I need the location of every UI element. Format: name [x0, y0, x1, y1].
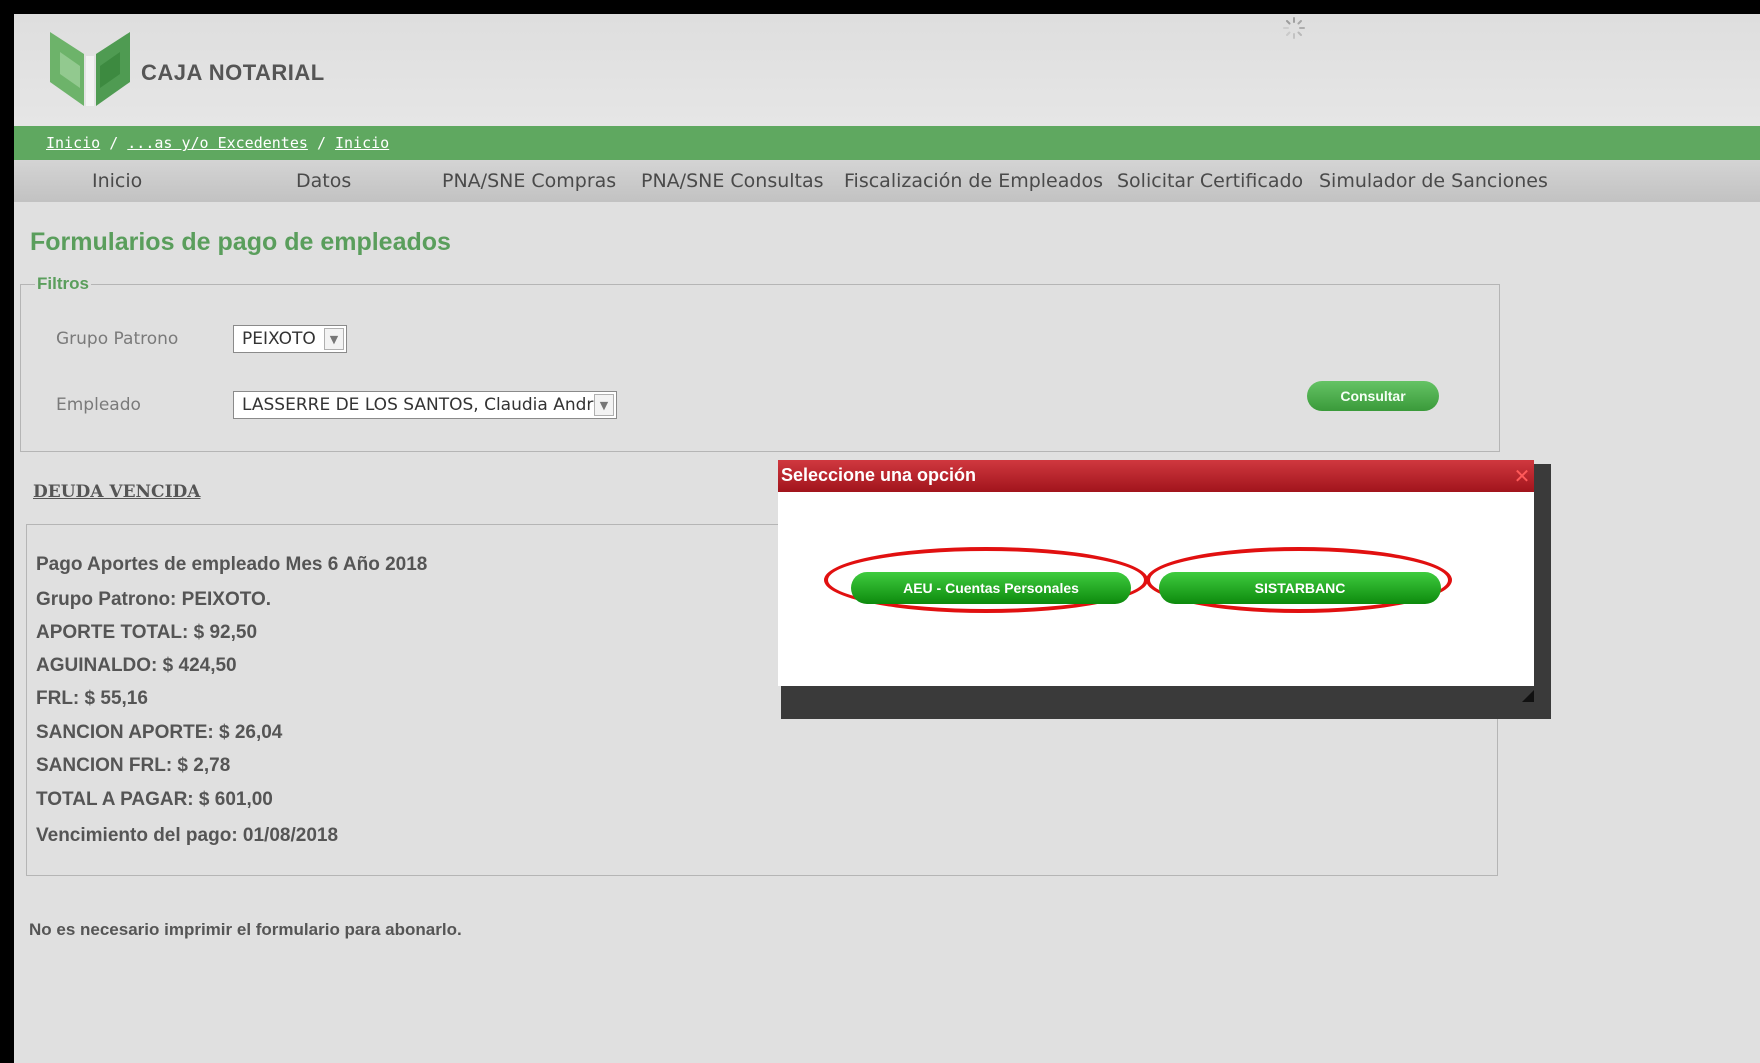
chevron-down-icon: ▼ [594, 394, 614, 416]
grupo-patrono-select[interactable]: PEIXOTO ▼ [233, 325, 347, 353]
empleado-label: Empleado [56, 395, 141, 415]
menu-item-pna-compras[interactable]: PNA/SNE Compras [442, 170, 616, 192]
resize-grip-icon[interactable] [1522, 690, 1534, 702]
menu-item-datos[interactable]: Datos [296, 170, 351, 192]
footer-note: No es necesario imprimir el formulario p… [29, 920, 462, 939]
page-title: Formularios de pago de empleados [30, 228, 451, 256]
filters-fieldset: Filtros Grupo Patrono PEIXOTO ▼ Empleado… [20, 274, 1500, 452]
breadcrumb: Inicio / ...as y/o Excedentes / Inicio [14, 126, 1760, 160]
header: CAJA NOTARIAL [14, 14, 1760, 126]
menu-item-fiscalizacion[interactable]: Fiscalización de Empleados [844, 170, 1103, 192]
breadcrumb-separator: / [109, 134, 119, 152]
dialog-title: Seleccione una opción [781, 465, 977, 485]
brand-name: CAJA NOTARIAL [141, 60, 325, 85]
close-icon[interactable]: ✕ [1512, 466, 1532, 486]
deuda-vencida-title: DEUDA VENCIDA [33, 482, 201, 502]
grupo-patrono-label: Grupo Patrono [56, 329, 179, 349]
deuda-line: SANCION APORTE: $ 26,04 [36, 722, 283, 743]
deuda-line: APORTE TOTAL: $ 92,50 [36, 622, 258, 643]
loading-spinner-icon [1283, 17, 1305, 39]
menu-item-simulador[interactable]: Simulador de Sanciones [1319, 170, 1548, 192]
consultar-button[interactable]: Consultar [1307, 381, 1439, 411]
empleado-value: LASSERRE DE LOS SANTOS, Claudia Andrea [242, 395, 614, 415]
deuda-line: Vencimiento del pago: 01/08/2018 [36, 825, 339, 846]
empleado-select[interactable]: LASSERRE DE LOS SANTOS, Claudia Andrea ▼ [233, 391, 617, 419]
deuda-line: Pago Aportes de empleado Mes 6 Año 2018 [36, 554, 428, 575]
deuda-line: TOTAL A PAGAR: $ 601,00 [36, 789, 273, 810]
deuda-line: FRL: $ 55,16 [36, 688, 148, 709]
caja-notarial-logo [50, 32, 130, 106]
deuda-line: AGUINALDO: $ 424,50 [36, 655, 237, 676]
breadcrumb-separator: / [316, 134, 326, 152]
aeu-cuentas-personales-button[interactable]: AEU - Cuentas Personales [851, 572, 1131, 604]
menu-item-pna-consultas[interactable]: PNA/SNE Consultas [641, 170, 824, 192]
payment-option-dialog: Seleccione una opción ✕ AEU - Cuentas Pe… [778, 460, 1534, 686]
dialog-titlebar[interactable]: Seleccione una opción ✕ [778, 460, 1534, 492]
chevron-down-icon: ▼ [324, 328, 344, 350]
menu-item-certificado[interactable]: Solicitar Certificado [1117, 170, 1303, 192]
filters-legend: Filtros [35, 274, 91, 294]
breadcrumb-link-inicio[interactable]: Inicio [46, 134, 100, 152]
sistarbanc-button[interactable]: SISTARBANC [1159, 572, 1441, 604]
deuda-line: Grupo Patrono: PEIXOTO. [36, 589, 272, 610]
deuda-line: SANCION FRL: $ 2,78 [36, 755, 231, 776]
menu-item-inicio[interactable]: Inicio [92, 170, 142, 192]
breadcrumb-link-excedentes[interactable]: ...as y/o Excedentes [127, 134, 308, 152]
main-menu: Inicio Datos PNA/SNE Compras PNA/SNE Con… [14, 160, 1760, 202]
grupo-patrono-value: PEIXOTO [242, 329, 316, 349]
breadcrumb-link-current[interactable]: Inicio [335, 134, 389, 152]
